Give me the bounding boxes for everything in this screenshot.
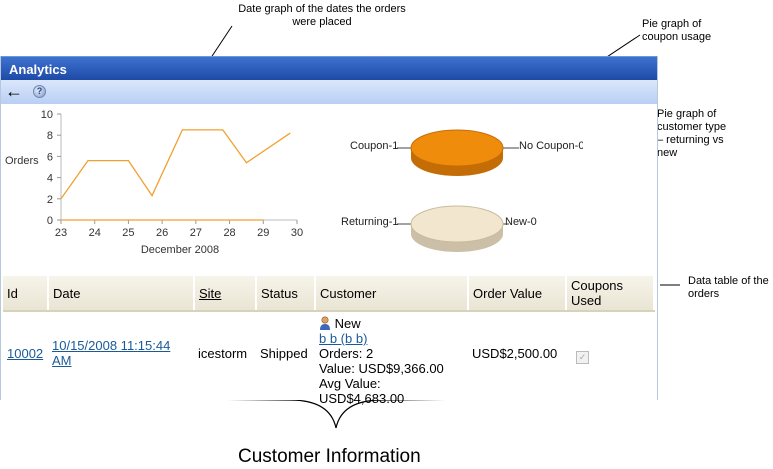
y-tick-label: 6 xyxy=(47,151,53,163)
customer-name-link[interactable]: b b (b b) xyxy=(319,331,367,346)
x-axis-label: December 2008 xyxy=(141,244,219,256)
y-axis-label: Orders xyxy=(5,155,39,167)
col-header-coupons: Coupons Used xyxy=(566,276,655,312)
y-tick-label: 0 xyxy=(47,215,53,227)
col-header-customer: Customer xyxy=(315,276,469,312)
x-tick-label: 25 xyxy=(122,227,134,239)
x-tick-label: 27 xyxy=(190,227,202,239)
coupons-used-checkbox[interactable]: ✓ xyxy=(576,351,589,364)
customer-type-label: New xyxy=(334,316,361,331)
orders-table: Id Date Site Status Customer Order Value… xyxy=(3,276,655,412)
customer-pie-disc xyxy=(397,205,509,252)
customer-type: New xyxy=(319,316,464,331)
coupon-pie-chart: Coupon-1 No Coupon-0 xyxy=(341,114,591,178)
y-tick-label: 10 xyxy=(41,109,53,121)
x-tick-label: 30 xyxy=(291,227,303,239)
toolbar: ← ? xyxy=(1,80,657,104)
customer-avg-value-label: Avg Value: xyxy=(319,376,381,391)
help-icon[interactable]: ? xyxy=(33,85,46,98)
order-site: icestorm xyxy=(198,346,248,361)
customer-value: Value: USD$9,366.00 xyxy=(319,361,444,376)
analytics-panel: Analytics ← ? 0 2 4 6 8 10 23 24 25 26 27 28 29 30 Ord… xyxy=(0,56,658,406)
customer-avg-value: USD$4,683.00 xyxy=(319,391,405,406)
back-arrow-icon[interactable]: ← xyxy=(5,82,23,100)
orders-date-chart: 024681023 24 25 26 27 28 29 30OrdersDecember 20… xyxy=(5,109,303,256)
table-header-row: Id Date Site Status Customer Order Value… xyxy=(3,276,655,312)
x-tick-label: 28 xyxy=(223,227,235,239)
customer-pie-right-label: New-0 xyxy=(505,216,537,228)
x-tick-label: 29 xyxy=(257,227,269,239)
coupon-pie-disc xyxy=(397,129,519,176)
x-tick-label: 23 xyxy=(55,227,67,239)
window-title: Analytics xyxy=(9,62,67,77)
y-tick-label: 2 xyxy=(47,194,53,206)
customer-info-caption: Customer Information xyxy=(238,446,421,467)
series-line-0 xyxy=(60,129,291,200)
col-header-order-value: Order Value xyxy=(468,276,567,312)
coupon-pie-right-label: No Coupon-0 xyxy=(519,140,583,152)
order-date-link[interactable]: 10/15/2008 11:15:44 AM xyxy=(52,338,170,368)
col-header-date: Date xyxy=(48,276,195,312)
x-tick-label: 26 xyxy=(156,227,168,239)
order-id-link[interactable]: 10002 xyxy=(7,346,43,361)
col-header-status: Status xyxy=(256,276,316,312)
customer-pie-left-label: Returning-1 xyxy=(341,216,399,228)
col-header-id: Id xyxy=(3,276,49,312)
col-header-site[interactable]: Site xyxy=(194,276,257,312)
user-icon xyxy=(320,316,330,330)
y-tick-label: 4 xyxy=(47,173,53,185)
y-tick-label: 8 xyxy=(47,130,53,142)
customer-orders: Orders: 2 xyxy=(319,346,374,361)
customer-pie-chart: Returning-1 New-0 xyxy=(341,190,591,256)
title-bar: Analytics xyxy=(1,56,657,80)
table-row: 10002 10/15/2008 11:15:44 AM icestorm Sh… xyxy=(3,311,654,412)
order-status: Shipped xyxy=(260,346,308,361)
order-value: USD$2,500.00 xyxy=(472,346,558,361)
x-tick-label: 24 xyxy=(89,227,101,239)
coupon-pie-left-label: Coupon-1 xyxy=(350,140,399,152)
